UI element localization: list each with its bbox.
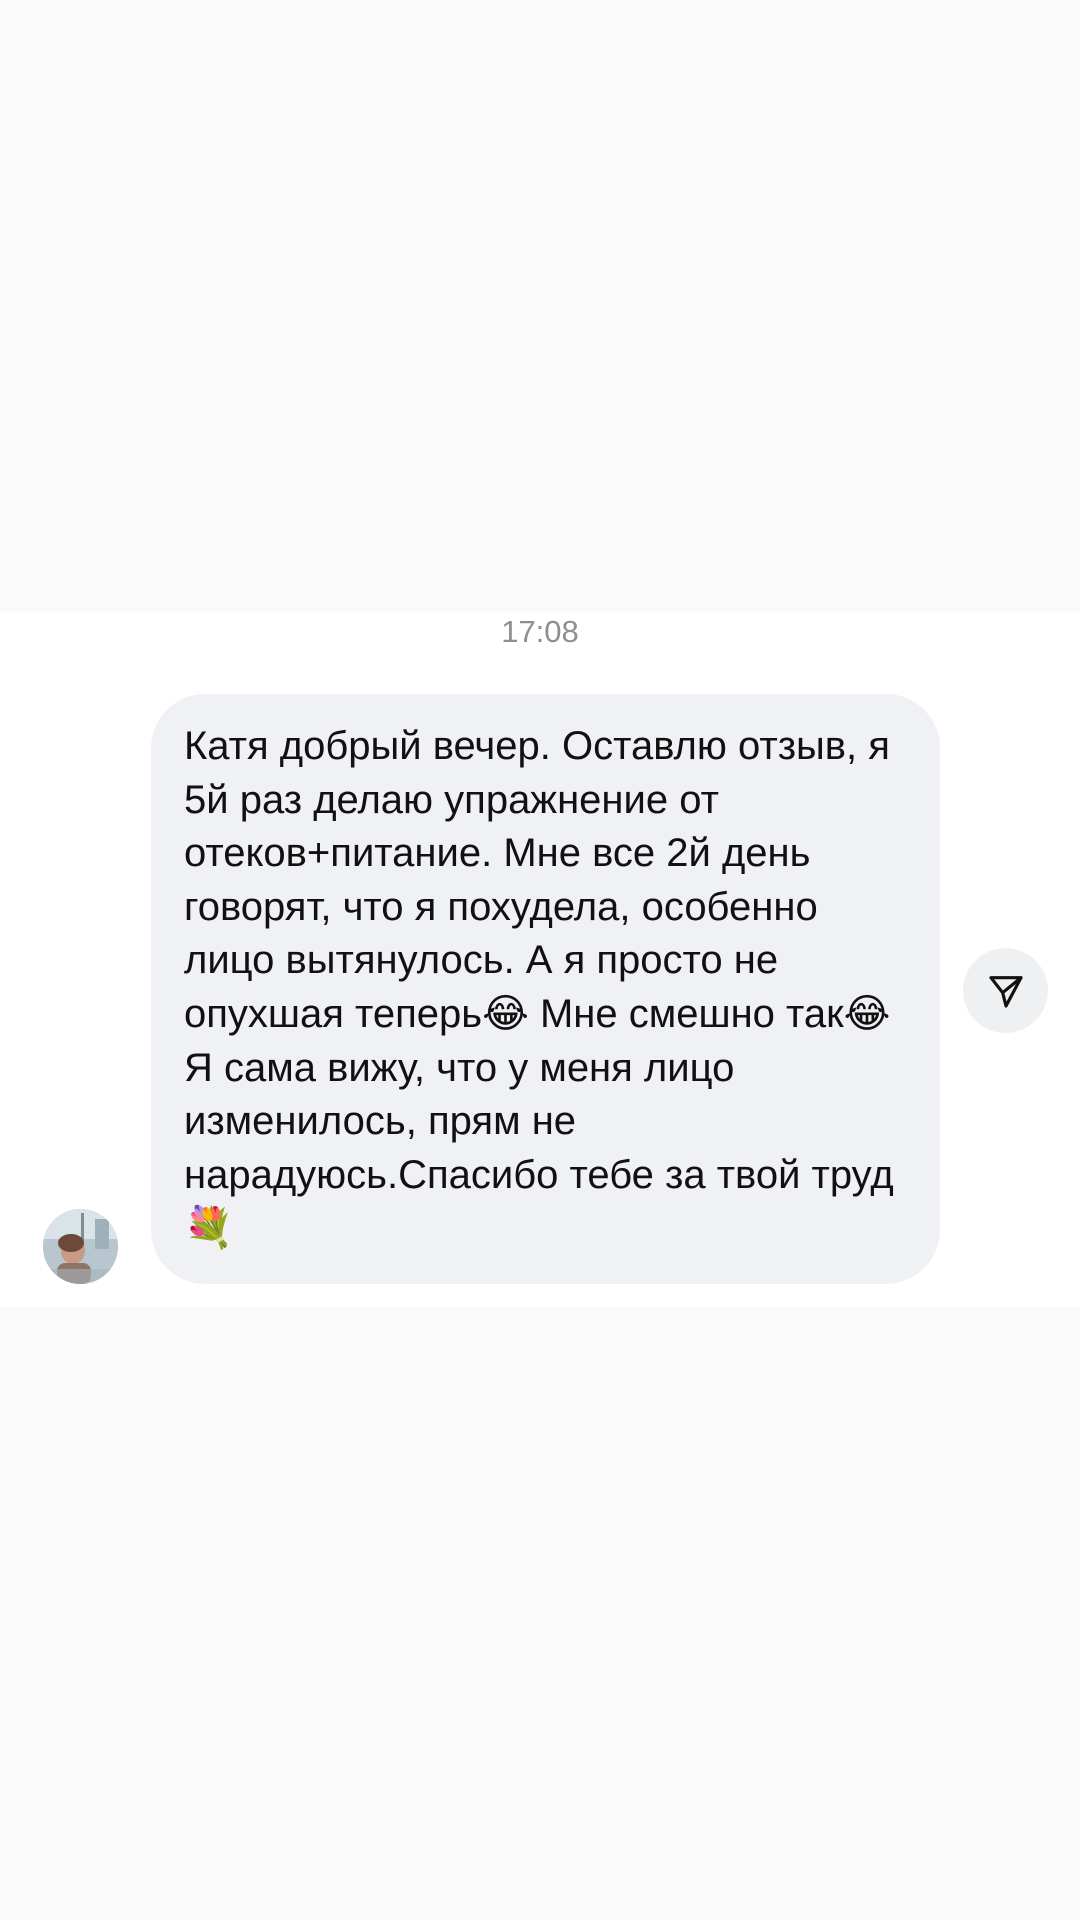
sender-avatar[interactable]	[43, 1209, 118, 1284]
top-blank-area	[0, 0, 1080, 612]
message-timestamp: 17:08	[501, 614, 579, 649]
message-text: Катя добрый вечер. Оставлю отзыв, я 5й р…	[184, 724, 905, 1251]
share-button[interactable]	[963, 948, 1048, 1033]
paper-plane-icon	[988, 975, 1023, 1008]
chat-screen: 17:08 Катя добрый вечер. Оставлю отзыв, …	[0, 0, 1080, 1920]
bottom-blank-area	[0, 1307, 1080, 1920]
message-bubble[interactable]: Катя добрый вечер. Оставлю отзыв, я 5й р…	[151, 694, 940, 1284]
user-avatar-photo-icon	[43, 1209, 118, 1284]
